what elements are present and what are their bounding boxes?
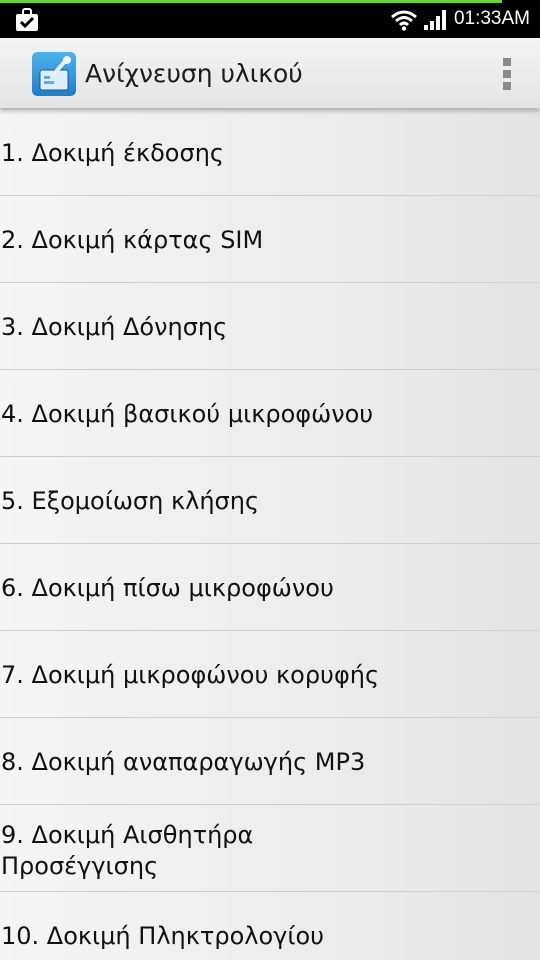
list-item-label: 7. Δοκιμή μικροφώνου κορυφής: [1, 661, 380, 689]
list-item[interactable]: 9. Δοκιμή Αισθητήρα Προσέγγισης: [0, 806, 540, 892]
clock: 01:33AM: [453, 8, 530, 29]
page-title: Ανίχνευση υλικού: [85, 59, 303, 88]
notification-check-icon: [16, 8, 38, 31]
signal-icon: [424, 10, 446, 30]
list-item[interactable]: 5. Εξομοίωση κλήσης: [0, 458, 540, 544]
test-list: 1. Δοκιμή έκδοσης 2. Δοκιμή κάρτας SIM 3…: [0, 110, 540, 960]
list-item[interactable]: 6. Δοκιμή πίσω μικροφώνου: [0, 545, 540, 631]
list-item[interactable]: 3. Δοκιμή Δόνησης: [0, 284, 540, 370]
overflow-menu-icon[interactable]: [502, 58, 512, 90]
list-item-label: 6. Δοκιμή πίσω μικροφώνου: [1, 574, 334, 602]
hardware-test-app-icon[interactable]: [32, 52, 76, 96]
list-item[interactable]: 1. Δοκιμή έκδοσης: [0, 110, 540, 196]
list-item[interactable]: 8. Δοκιμή αναπαραγωγής MP3: [0, 719, 540, 805]
list-item[interactable]: 10. Δοκιμή Πληκτρολογίου: [0, 893, 540, 960]
list-item[interactable]: 7. Δοκιμή μικροφώνου κορυφής: [0, 632, 540, 718]
list-item-label: 4. Δοκιμή βασικού μικροφώνου: [1, 400, 374, 428]
action-bar: Ανίχνευση υλικού: [0, 38, 540, 108]
list-item-label: 10. Δοκιμή Πληκτρολογίου: [1, 922, 325, 950]
list-item-label: 3. Δοκιμή Δόνησης: [1, 313, 228, 341]
list-item[interactable]: 2. Δοκιμή κάρτας SIM: [0, 197, 540, 283]
list-item-label: 1. Δοκιμή έκδοσης: [1, 139, 224, 167]
list-item-label: 2. Δοκιμή κάρτας SIM: [1, 226, 264, 254]
progress-indicator: [0, 0, 502, 3]
status-bar: 01:33AM: [0, 0, 540, 38]
list-item-label: 5. Εξομοίωση κλήσης: [1, 487, 260, 515]
list-item[interactable]: 4. Δοκιμή βασικού μικροφώνου: [0, 371, 540, 457]
list-item-label: 8. Δοκιμή αναπαραγωγής MP3: [1, 748, 366, 776]
wifi-icon: [391, 10, 417, 31]
list-item-label: 9. Δοκιμή Αισθητήρα Προσέγγισης: [1, 821, 254, 880]
